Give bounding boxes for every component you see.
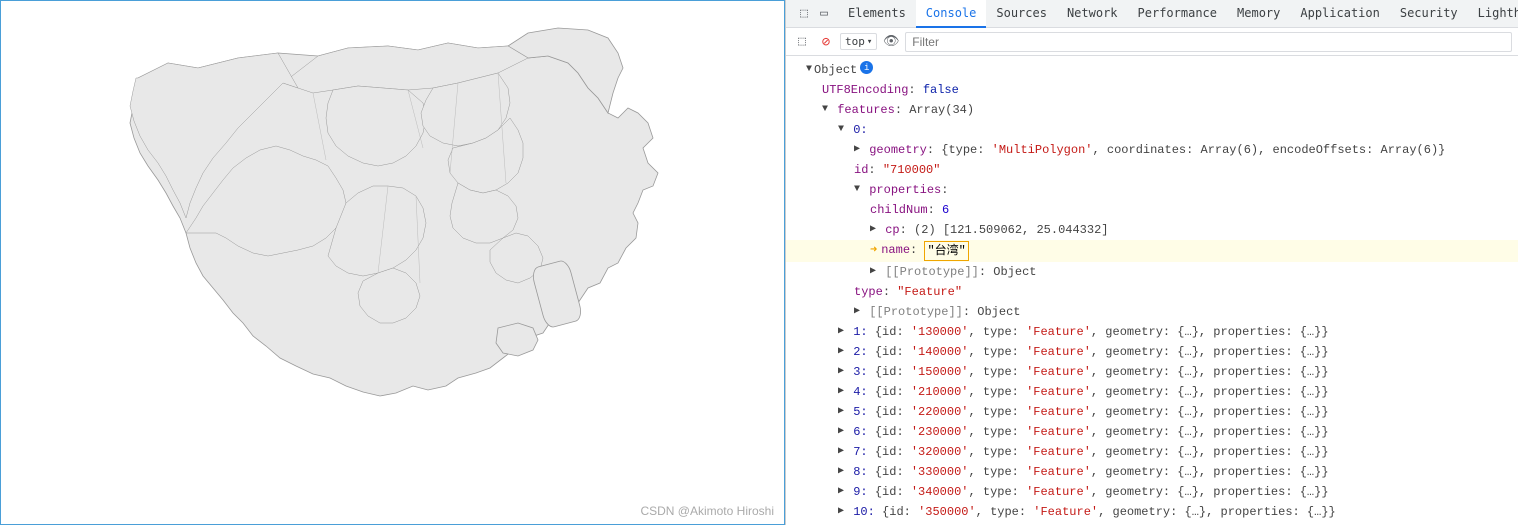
- filter-input[interactable]: [905, 32, 1512, 52]
- proto1-triangle[interactable]: ▶: [870, 263, 876, 281]
- devtools-toolbar: ⬚ ⊘ top ▾ 👁: [786, 28, 1518, 56]
- list-item: ▶ 4: {id: '210000', type: 'Feature', geo…: [786, 382, 1518, 402]
- list-item: ▶ 1: {id: '130000', type: 'Feature', geo…: [786, 322, 1518, 342]
- name-value: "台湾": [924, 241, 968, 261]
- id-line: id: "710000": [786, 160, 1518, 180]
- item0-key: 0:: [846, 121, 868, 139]
- devtools-tab-bar: ⬚ ▭ Elements Console Sources Network Per…: [786, 0, 1518, 28]
- chevron-down-icon: ▾: [867, 37, 872, 47]
- console-output: ▼Objecti UTF8Encoding: false ▼ features:…: [786, 56, 1518, 525]
- proto1-key: [[Prototype]]: [878, 263, 979, 281]
- geometry-key: geometry: [862, 141, 927, 159]
- childnum-key: childNum: [870, 201, 928, 219]
- list-item: ▶ 9: {id: '340000', type: 'Feature', geo…: [786, 482, 1518, 502]
- childnum-value: 6: [942, 201, 949, 219]
- utf8-key: UTF8Encoding: [822, 81, 908, 99]
- list-item: ▶ 2: {id: '140000', type: 'Feature', geo…: [786, 342, 1518, 362]
- features-key: features: [830, 101, 895, 119]
- properties-key: properties: [862, 181, 941, 199]
- list-item: ▶ 7: {id: '320000', type: 'Feature', geo…: [786, 442, 1518, 462]
- tab-application[interactable]: Application: [1290, 0, 1389, 28]
- china-map: [18, 18, 768, 508]
- proto2-key: [[Prototype]]: [862, 303, 963, 321]
- list-item: ▶ 6: {id: '230000', type: 'Feature', geo…: [786, 422, 1518, 442]
- name-highlighted-line: ➜name: "台湾": [786, 240, 1518, 262]
- tab-security[interactable]: Security: [1390, 0, 1468, 28]
- proto2-line: ▶ [[Prototype]]: Object: [786, 302, 1518, 322]
- devtools-icon-group: ⬚ ▭: [790, 6, 838, 22]
- childnum-line: childNum: 6: [786, 200, 1518, 220]
- tab-memory[interactable]: Memory: [1227, 0, 1290, 28]
- context-value: top: [845, 35, 865, 48]
- watermark: CSDN @Akimoto Hiroshi: [640, 504, 774, 518]
- geometry-line: ▶ geometry: {type: 'MultiPolygon', coord…: [786, 140, 1518, 160]
- tab-sources[interactable]: Sources: [986, 0, 1057, 28]
- name-key: name: [881, 241, 910, 259]
- tab-elements[interactable]: Elements: [838, 0, 916, 28]
- type-line: type: "Feature": [786, 282, 1518, 302]
- proto2-triangle[interactable]: ▶: [854, 303, 860, 321]
- features-header-line: ▼ features: Array(34): [786, 100, 1518, 120]
- list-item: ▶ 8: {id: '330000', type: 'Feature', geo…: [786, 462, 1518, 482]
- cp-line: ▶ cp: (2) [121.509062, 25.044332]: [786, 220, 1518, 240]
- arrow-indicator: ➜: [870, 241, 877, 259]
- tab-performance[interactable]: Performance: [1128, 0, 1227, 28]
- sidebar-toggle-btn[interactable]: ⬚: [792, 32, 812, 52]
- id-key: id: [854, 161, 868, 179]
- cp-triangle[interactable]: ▶: [870, 221, 876, 239]
- inspect-icon[interactable]: ⬚: [796, 6, 812, 22]
- cp-key: cp: [878, 221, 900, 239]
- object-header-line: ▼Objecti: [786, 60, 1518, 80]
- type-value: "Feature": [897, 283, 962, 301]
- tab-lighthouse[interactable]: Lighthouse: [1468, 0, 1518, 28]
- geometry-triangle[interactable]: ▶: [854, 141, 860, 159]
- list-item: ▶ 3: {id: '150000', type: 'Feature', geo…: [786, 362, 1518, 382]
- list-item: ▶ 5: {id: '220000', type: 'Feature', geo…: [786, 402, 1518, 422]
- features-triangle[interactable]: ▼: [822, 101, 828, 119]
- eye-icon[interactable]: 👁: [881, 32, 901, 52]
- item-0-line: ▼ 0:: [786, 120, 1518, 140]
- utf8-line: UTF8Encoding: false: [786, 80, 1518, 100]
- device-icon[interactable]: ▭: [816, 6, 832, 22]
- context-selector[interactable]: top ▾: [840, 33, 877, 50]
- list-item: ▶ 10: {id: '350000', type: 'Feature', ge…: [786, 502, 1518, 522]
- tab-network[interactable]: Network: [1057, 0, 1128, 28]
- tab-console[interactable]: Console: [916, 0, 987, 28]
- id-value: "710000": [883, 161, 941, 179]
- map-panel: CSDN @Akimoto Hiroshi: [0, 0, 785, 525]
- properties-line: ▼ properties:: [786, 180, 1518, 200]
- utf8-value: false: [916, 81, 959, 99]
- properties-triangle[interactable]: ▼: [854, 181, 860, 199]
- expand-triangle[interactable]: ▼: [806, 61, 812, 79]
- item0-triangle[interactable]: ▼: [838, 121, 844, 139]
- devtools-panel: ⬚ ▭ Elements Console Sources Network Per…: [785, 0, 1518, 525]
- info-icon[interactable]: i: [860, 61, 873, 74]
- proto1-line: ▶ [[Prototype]]: Object: [786, 262, 1518, 282]
- type-key: type: [854, 283, 883, 301]
- clear-console-btn[interactable]: ⊘: [816, 32, 836, 52]
